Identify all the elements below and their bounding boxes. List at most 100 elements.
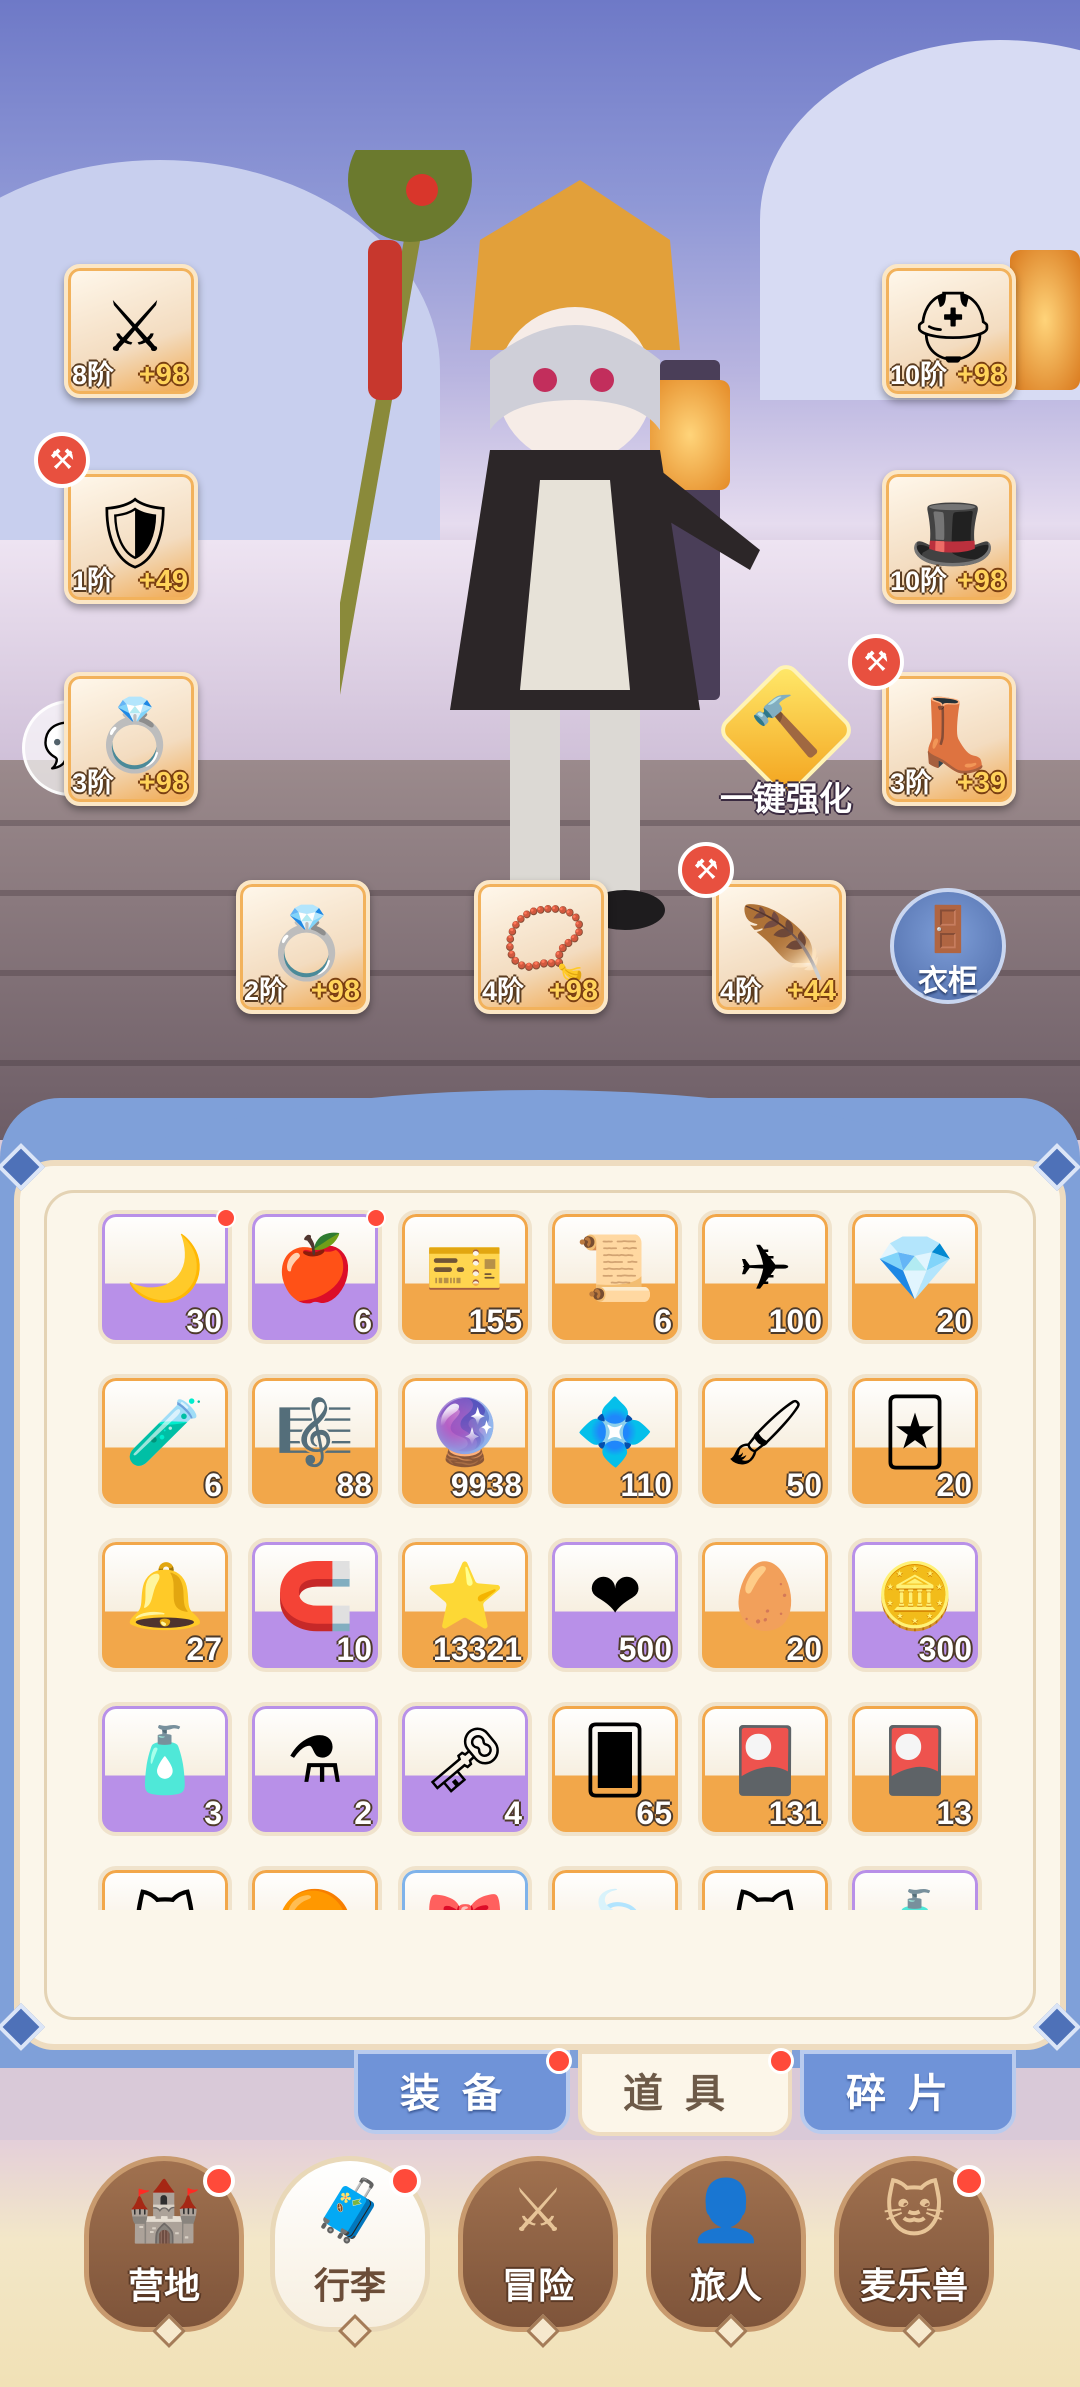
inventory-item[interactable]: 🐱 — [98, 1866, 232, 1910]
equip-slot-weapon[interactable]: ⚔ 8阶 +98 — [64, 264, 198, 398]
inventory-item[interactable]: 🌙 30 — [98, 1210, 232, 1344]
equip-slot-ring[interactable]: 💍 2阶 +98 — [236, 880, 370, 1014]
inventory-item[interactable]: 🗝 4 — [398, 1702, 532, 1836]
tier-label: 4阶 — [482, 976, 525, 1006]
staff-tassel — [368, 240, 402, 400]
item-count: 500 — [618, 1631, 672, 1667]
nav-adventure[interactable]: ⚔ 冒险 — [458, 2156, 618, 2348]
tab-badge — [768, 2048, 794, 2074]
item-count: 100 — [768, 1303, 822, 1339]
upgrade-available-icon: ⚒ — [34, 432, 90, 488]
tab-fragments[interactable]: 碎片 — [800, 2050, 1016, 2134]
item-count: 3 — [204, 1795, 222, 1831]
inventory-item[interactable]: ⚗ 2 — [248, 1702, 382, 1836]
inventory-item[interactable]: 🎴 13 — [848, 1702, 982, 1836]
character-leg-left — [510, 710, 560, 900]
tab-badge — [546, 2048, 572, 2074]
inventory-item[interactable]: 🎼 88 — [248, 1374, 382, 1508]
nav-icon: 👤 — [688, 2177, 764, 2244]
inventory-item[interactable]: 🟠 — [248, 1866, 382, 1910]
hammer-icon: 🔨 — [749, 694, 823, 759]
tab-equipment[interactable]: 装备 — [354, 2048, 572, 2134]
inventory-item[interactable]: 🧴 3 — [98, 1702, 232, 1836]
nav-melody-beast[interactable]: 🐱 麦乐兽 — [834, 2156, 994, 2348]
inventory-item[interactable]: 🎴 131 — [698, 1702, 832, 1836]
one-click-enhance-button[interactable]: 🔨 一键强化 — [700, 659, 860, 832]
enhance-level: +98 — [138, 359, 188, 391]
item-count: 6 — [354, 1303, 372, 1339]
inventory-item[interactable]: 🂠 65 — [548, 1702, 682, 1836]
item-count: 88 — [336, 1467, 372, 1503]
new-item-badge — [366, 1210, 386, 1228]
item-icon: 🐱 — [102, 1874, 228, 1910]
inventory-item[interactable]: 🥚 20 — [698, 1538, 832, 1672]
inventory-item[interactable]: 🔮 9938 — [398, 1374, 532, 1508]
nav-badge — [953, 2165, 985, 2197]
new-item-badge — [216, 1210, 236, 1228]
nav-icon: ⚔ — [511, 2177, 565, 2244]
item-count: 131 — [768, 1795, 822, 1831]
inventory-item[interactable]: 🧴 — [848, 1866, 982, 1910]
tier-label: 10阶 — [890, 566, 948, 596]
wardrobe-label: 衣柜 — [918, 965, 978, 998]
item-icon: 🧴 — [852, 1874, 978, 1910]
inventory-item[interactable]: 🃏 20 — [848, 1374, 982, 1508]
inventory-item[interactable]: 🐱 — [698, 1866, 832, 1910]
lantern-right — [1010, 250, 1080, 390]
item-count: 20 — [936, 1467, 972, 1503]
tab-label: 装备 — [400, 2072, 524, 2116]
item-icon: 🐱 — [702, 1874, 828, 1910]
nav-label: 冒险 — [501, 2265, 574, 2306]
tier-label: 4阶 — [720, 976, 763, 1006]
nav-badge — [389, 2165, 421, 2197]
inventory-item[interactable]: 💠 110 — [548, 1374, 682, 1508]
enhance-level: +98 — [548, 975, 598, 1007]
item-count: 155 — [468, 1303, 522, 1339]
item-count: 50 — [786, 1467, 822, 1503]
nav-traveler[interactable]: 👤 旅人 — [646, 2156, 806, 2348]
enhance-level: +39 — [956, 767, 1006, 799]
inventory-item[interactable]: 🧪 6 — [98, 1374, 232, 1508]
character-eye-right — [590, 368, 614, 392]
inventory-item[interactable]: 💎 20 — [848, 1210, 982, 1344]
wardrobe-button[interactable]: 🚪 衣柜 — [890, 888, 1006, 1004]
staff-face — [406, 174, 438, 206]
equip-slot-hat[interactable]: 🎩 10阶 +98 — [882, 470, 1016, 604]
item-count: 6 — [654, 1303, 672, 1339]
item-count: 300 — [918, 1631, 972, 1667]
inventory-item[interactable]: ❤ 500 — [548, 1538, 682, 1672]
equip-slot-armor[interactable]: 🛡 1阶 +49 — [64, 470, 198, 604]
inventory-item[interactable]: 🎫 155 — [398, 1210, 532, 1344]
inventory-item[interactable]: ⭐ 13321 — [398, 1538, 532, 1672]
inventory-item[interactable]: 🍎 6 — [248, 1210, 382, 1344]
character-leg-right — [590, 710, 640, 900]
item-count: 20 — [786, 1631, 822, 1667]
item-count: 9938 — [450, 1467, 522, 1503]
inventory-item[interactable]: 🪙 300 — [848, 1538, 982, 1672]
equip-slot-helmet[interactable]: ⛑ 10阶 +98 — [882, 264, 1016, 398]
tab-label: 道具 — [623, 2072, 747, 2116]
inventory-item[interactable]: 🧲 10 — [248, 1538, 382, 1672]
nav-luggage[interactable]: 🧳 行李 — [270, 2156, 430, 2348]
equip-slot-necklace[interactable]: 📿 4阶 +98 — [474, 880, 608, 1014]
item-count: 6 — [204, 1467, 222, 1503]
tab-items[interactable]: 道具 — [578, 2048, 794, 2136]
inventory-item[interactable]: 📜 6 — [548, 1210, 682, 1344]
nav-camp[interactable]: 🏰 营地 — [84, 2156, 244, 2348]
tier-label: 1阶 — [72, 566, 115, 596]
inventory-item[interactable]: ✈ 100 — [698, 1210, 832, 1344]
equip-slot-belt[interactable]: 💍 3阶 +98 — [64, 672, 198, 806]
inventory-item[interactable]: 🎀 — [398, 1866, 532, 1910]
inventory-item[interactable]: 🍃 — [548, 1866, 682, 1910]
inventory-item[interactable]: 🖌 50 — [698, 1374, 832, 1508]
upgrade-available-icon: ⚒ — [848, 634, 904, 690]
inventory-item[interactable]: 🔔 27 — [98, 1538, 232, 1672]
item-count: 65 — [636, 1795, 672, 1831]
equip-slot-accessory[interactable]: 🪶 4阶 +44 — [712, 880, 846, 1014]
inventory-grid[interactable]: 🌙 30 🍎 6 🎫 155 📜 6 ✈ 100 💎 20 🧪 6 🎼 88 🔮 9938 💠 110 🖌 50 🃏 20 🔔 2… — [84, 1210, 1004, 1910]
enhance-level: +98 — [310, 975, 360, 1007]
character-avatar[interactable] — [340, 150, 760, 950]
wardrobe-icon: 🚪 — [920, 905, 976, 954]
item-count: 4 — [504, 1795, 522, 1831]
equip-slot-boots[interactable]: 👢 3阶 +39 — [882, 672, 1016, 806]
